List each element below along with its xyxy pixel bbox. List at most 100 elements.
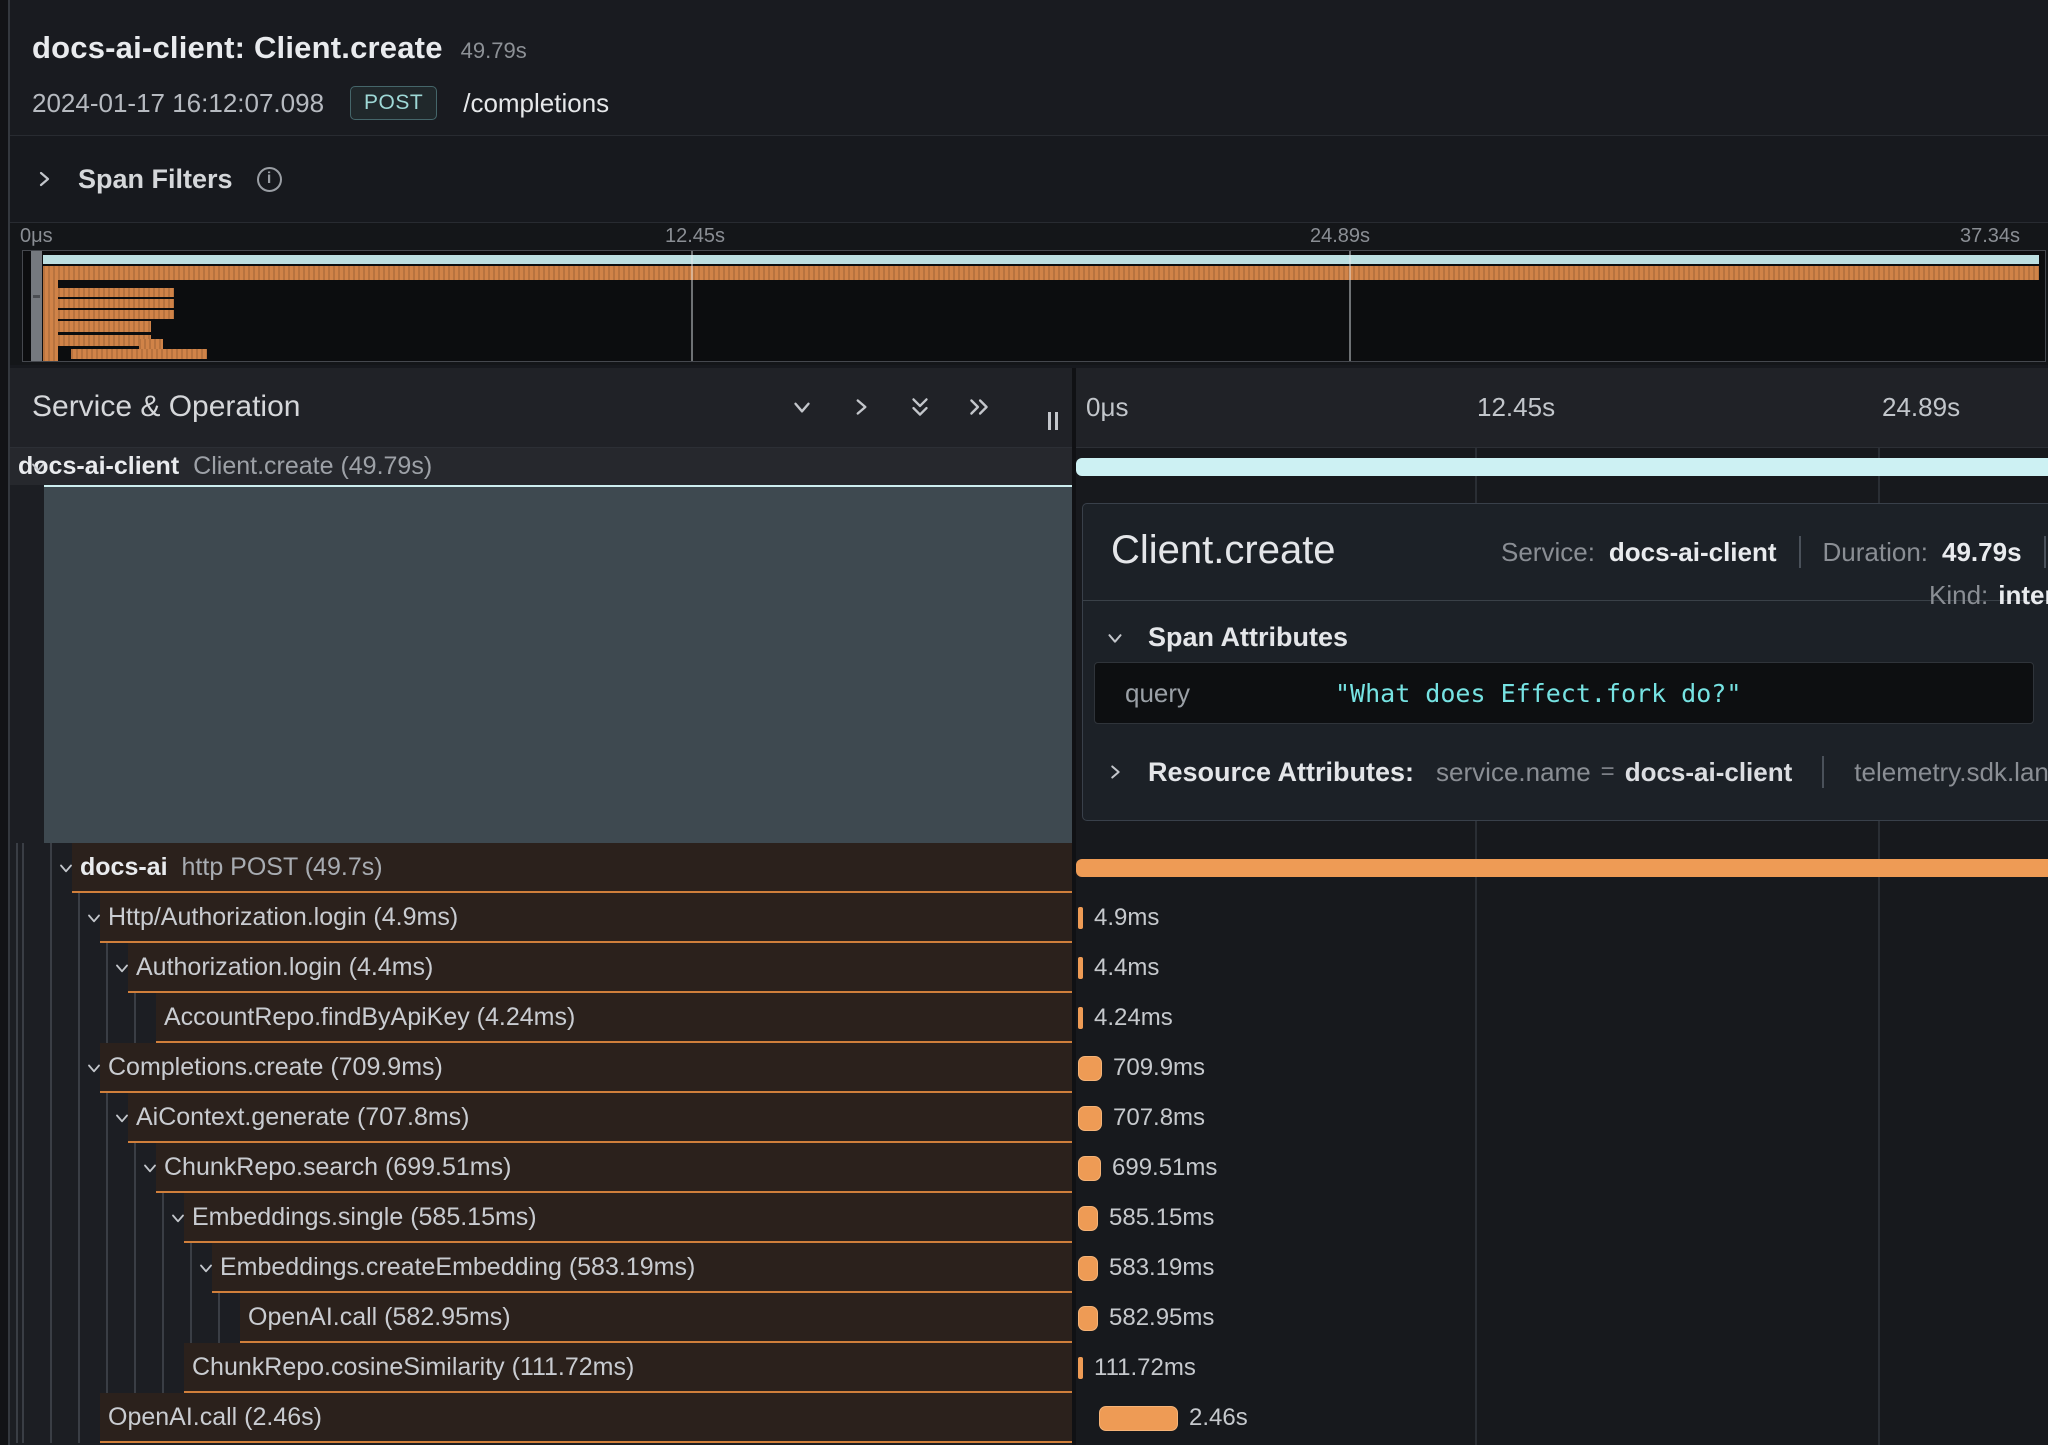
span-tree-row[interactable]: OpenAI.call (2.46s) <box>10 1393 1072 1443</box>
span-tree-row[interactable]: Completions.create (709.9ms) <box>10 1043 1072 1093</box>
timeline-row[interactable] <box>1076 843 2048 893</box>
chevron-down-icon[interactable] <box>196 1258 216 1278</box>
timeline-row[interactable] <box>1076 448 2048 485</box>
collapse-all-icon[interactable] <box>907 394 933 420</box>
timeline-row[interactable]: 582.95ms <box>1076 1293 2048 1343</box>
timeline-row[interactable]: 4.24ms <box>1076 993 2048 1043</box>
span-filters-label: Span Filters <box>78 164 233 195</box>
span-duration-bar[interactable] <box>1078 957 1083 979</box>
span-duration-bar[interactable] <box>1078 1056 1102 1081</box>
left-edge-divider <box>8 0 10 1445</box>
span-attributes-toggle[interactable]: Span Attributes <box>1104 622 1348 653</box>
span-duration-bar[interactable] <box>1099 1406 1178 1431</box>
span-row-surface[interactable]: OpenAI.call (582.95ms) <box>240 1293 1072 1343</box>
span-tree-row[interactable]: Embeddings.single (585.15ms) <box>10 1193 1072 1243</box>
timeline-tick-label: 12.45s <box>1477 392 1555 423</box>
timeline-row[interactable]: 111.72ms <box>1076 1343 2048 1393</box>
span-tree-panel: Service & Operation docs-ai-cl <box>10 368 1072 1445</box>
span-row-surface[interactable]: Embeddings.createEmbedding (583.19ms) <box>212 1243 1072 1293</box>
timeline-row[interactable]: 709.9ms <box>1076 1043 2048 1093</box>
kind-value: internal <box>1998 580 2048 611</box>
duration-value: 49.79s <box>1942 537 2022 568</box>
span-duration-bar[interactable] <box>1078 1256 1098 1281</box>
chevron-down-icon[interactable] <box>140 1158 160 1178</box>
span-tree-row[interactable]: ChunkRepo.cosineSimilarity (111.72ms) <box>10 1343 1072 1393</box>
attribute-key: query <box>1125 678 1335 709</box>
timeline-row[interactable]: 2.46s <box>1076 1393 2048 1443</box>
span-duration-bar[interactable] <box>1078 907 1083 929</box>
collapse-one-icon[interactable] <box>789 394 815 420</box>
span-row-surface[interactable]: ChunkRepo.cosineSimilarity (111.72ms) <box>184 1343 1072 1393</box>
timeline-row[interactable]: 4.9ms <box>1076 893 2048 943</box>
chevron-down-icon[interactable] <box>84 1058 104 1078</box>
span-duration-bar[interactable] <box>1076 859 2048 877</box>
indent-guides <box>10 993 156 1043</box>
span-tree-row[interactable]: AiContext.generate (707.8ms) <box>10 1093 1072 1143</box>
span-tree-row[interactable]: docs-ai-client Client.create (49.79s) <box>10 448 1072 485</box>
span-tree-row[interactable]: AccountRepo.findByApiKey (4.24ms) <box>10 993 1072 1043</box>
span-tree-row[interactable]: Embeddings.createEmbedding (583.19ms) <box>10 1243 1072 1293</box>
chevron-down-icon[interactable] <box>84 908 104 928</box>
span-duration-label: 582.95ms <box>1109 1304 1214 1332</box>
span-tree-row[interactable]: OpenAI.call (582.95ms) <box>10 1293 1072 1343</box>
span-duration-bar[interactable] <box>1078 1106 1102 1131</box>
span-tree-row[interactable]: Authorization.login (4.4ms) <box>10 943 1072 993</box>
span-duration-bar[interactable] <box>1078 1007 1083 1029</box>
indent-guides <box>10 1243 212 1293</box>
span-duration-bar[interactable] <box>1078 1306 1098 1331</box>
timeline-row[interactable]: 583.19ms <box>1076 1243 2048 1293</box>
span-duration-bar[interactable] <box>1078 1357 1083 1379</box>
expanded-span-surface[interactable] <box>44 485 1072 843</box>
minimap-drag-handle[interactable] <box>31 251 42 361</box>
span-tree-row[interactable]: ChunkRepo.search (699.51ms) <box>10 1143 1072 1193</box>
chevron-right-icon[interactable] <box>32 167 56 191</box>
indent-guides <box>10 943 128 993</box>
trace-minimap: 0μs12.45s24.89s37.34s <box>10 223 2048 365</box>
timeline-row[interactable]: 585.15ms <box>1076 1193 2048 1243</box>
attribute-value: "What does Effect.fork do?" <box>1335 679 1741 708</box>
trace-viewer: docs-ai-client: Client.create 49.79s 202… <box>0 0 2048 1445</box>
span-duration-bar[interactable] <box>1078 1156 1101 1181</box>
chevron-right-icon[interactable] <box>1104 761 1126 783</box>
minimap-canvas[interactable] <box>22 250 2046 362</box>
span-tree-row[interactable]: docs-ai http POST (49.7s) <box>10 843 1072 893</box>
span-detail-title: Client.create <box>1111 528 1336 573</box>
span-row-surface[interactable]: AccountRepo.findByApiKey (4.24ms) <box>156 993 1072 1043</box>
span-duration-label: 111.72ms <box>1094 1354 1196 1382</box>
span-row-surface[interactable]: ChunkRepo.search (699.51ms) <box>156 1143 1072 1193</box>
timeline-row[interactable]: 4.4ms <box>1076 943 2048 993</box>
span-duration-bar[interactable] <box>1078 1206 1098 1231</box>
span-attribute-row[interactable]: query "What does Effect.fork do?" <box>1094 662 2034 724</box>
info-icon[interactable]: i <box>257 167 282 192</box>
span-operation-name: Completions.create (709.9ms) <box>108 1053 443 1082</box>
span-row-surface[interactable]: AiContext.generate (707.8ms) <box>128 1093 1072 1143</box>
request-path: /completions <box>463 88 609 119</box>
trace-timestamp: 2024-01-17 16:12:07.098 <box>32 88 324 119</box>
span-duration-bar[interactable] <box>1076 458 2048 476</box>
minimap-span-bar <box>58 299 174 308</box>
timeline-row[interactable]: 699.51ms <box>1076 1143 2048 1193</box>
span-row-surface[interactable]: OpenAI.call (2.46s) <box>100 1393 1072 1443</box>
expand-all-icon[interactable] <box>966 394 992 420</box>
panel-resize-handle[interactable] <box>1048 412 1058 430</box>
chevron-down-icon[interactable] <box>168 1208 188 1228</box>
timeline-row[interactable]: 707.8ms <box>1076 1093 2048 1143</box>
span-row-surface[interactable]: Embeddings.single (585.15ms) <box>184 1193 1072 1243</box>
trace-title: docs-ai-client: Client.create <box>32 30 443 66</box>
span-filters-section[interactable]: Span Filters i <box>10 136 2048 222</box>
minimap-tick-labels: 0μs12.45s24.89s37.34s <box>10 225 2048 249</box>
span-row-surface[interactable]: docs-ai http POST (49.7s) <box>72 843 1072 893</box>
chevron-down-icon[interactable] <box>112 1108 132 1128</box>
expand-one-icon[interactable] <box>848 394 874 420</box>
chevron-down-icon[interactable] <box>28 457 48 477</box>
span-operation-name: AiContext.generate (707.8ms) <box>136 1103 470 1132</box>
span-row-surface[interactable]: Completions.create (709.9ms) <box>100 1043 1072 1093</box>
span-row-surface[interactable]: docs-ai-client Client.create (49.79s) <box>10 448 1072 485</box>
span-row-surface[interactable]: Authorization.login (4.4ms) <box>128 943 1072 993</box>
span-tree-row[interactable]: Http/Authorization.login (4.9ms) <box>10 893 1072 943</box>
chevron-down-icon[interactable] <box>56 858 76 878</box>
resource-attributes-title[interactable]: Resource Attributes: <box>1148 757 1414 788</box>
span-row-surface[interactable]: Http/Authorization.login (4.9ms) <box>100 893 1072 943</box>
minimap-span-bar <box>58 288 174 297</box>
chevron-down-icon[interactable] <box>112 958 132 978</box>
